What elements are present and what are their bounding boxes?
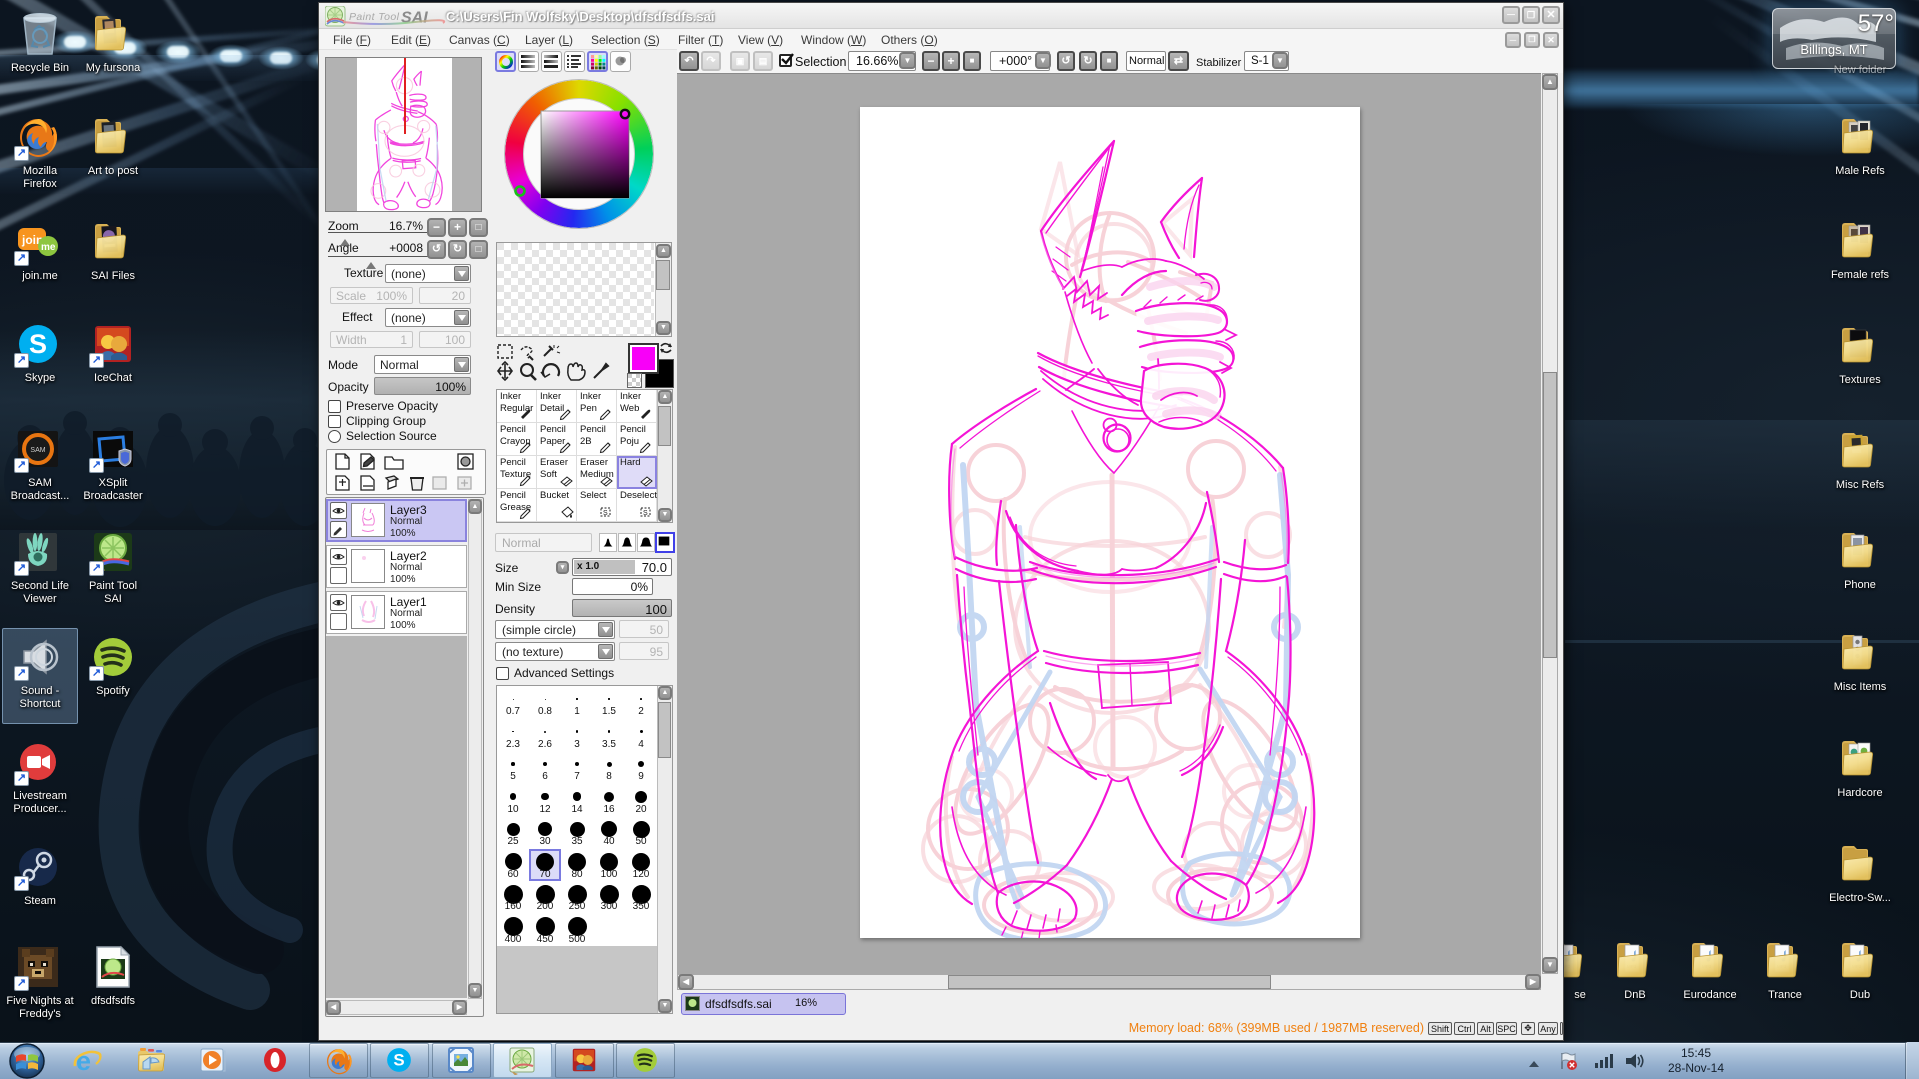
svg-text:S: S <box>643 510 648 517</box>
svg-text:Paint Tool: Paint Tool <box>349 11 400 23</box>
svg-text:e: e <box>76 1046 91 1075</box>
svg-text:S: S <box>603 510 608 517</box>
svg-text:SAM: SAM <box>30 447 45 454</box>
svg-text:S: S <box>393 1051 404 1070</box>
svg-text:S: S <box>29 329 47 359</box>
svg-text:me: me <box>41 242 56 253</box>
